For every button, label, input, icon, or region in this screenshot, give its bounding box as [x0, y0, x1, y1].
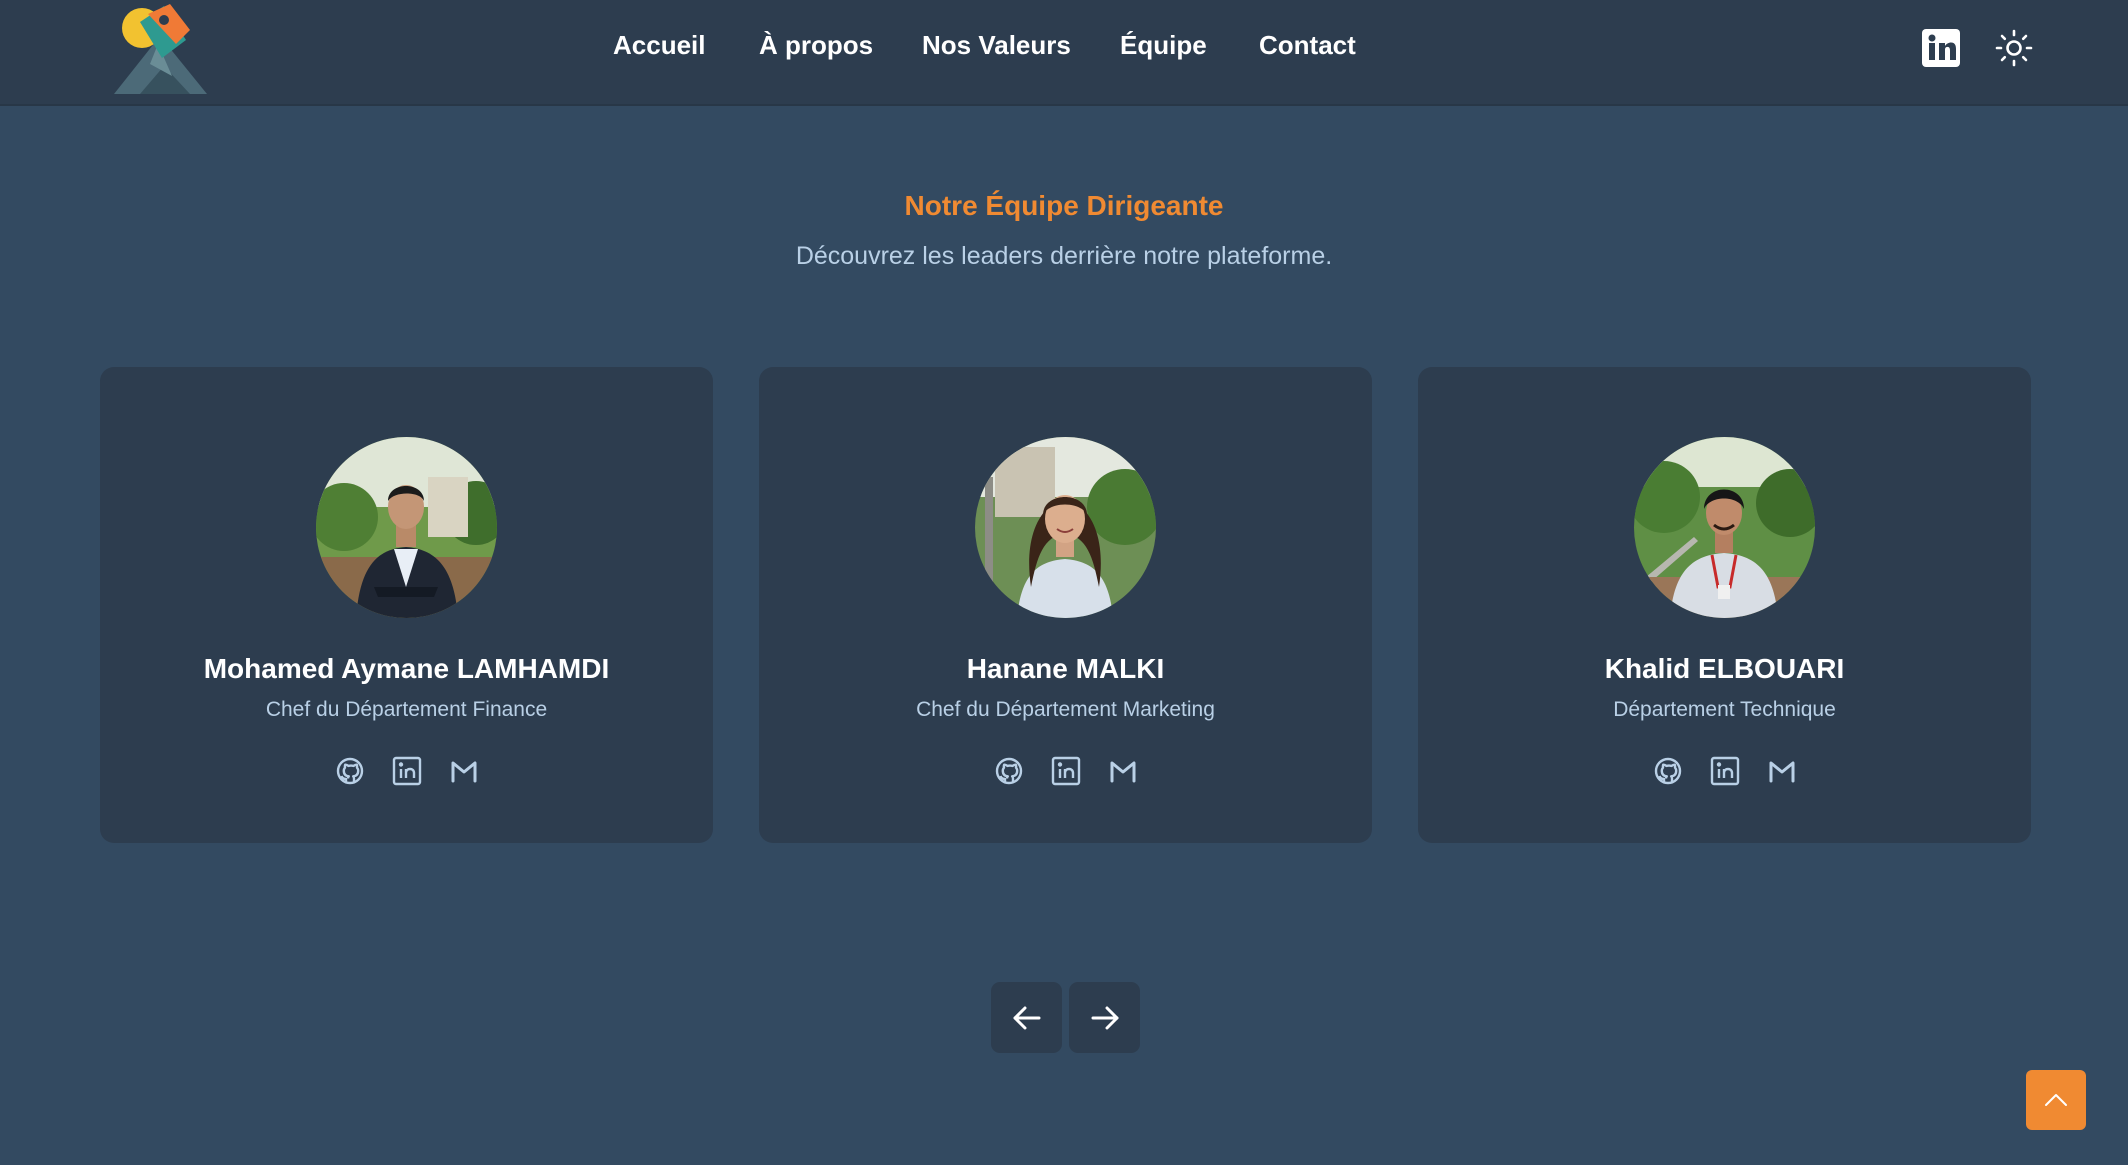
team-member-card: Khalid ELBOUARI Département Technique [1418, 367, 2031, 843]
theme-toggle-sun-icon[interactable] [1994, 28, 2034, 68]
nav-item-a-propos[interactable]: À propos [759, 30, 873, 61]
carousel-prev-button[interactable] [991, 982, 1062, 1053]
member-social-links [1651, 754, 1801, 790]
team-section-subtitle: Découvrez les leaders derrière notre pla… [795, 242, 1333, 270]
gmail-icon[interactable] [1765, 754, 1799, 788]
linkedin-icon[interactable] [1708, 754, 1742, 788]
chevron-up-icon [2045, 1094, 2067, 1106]
member-name: Hanane MALKI [966, 653, 1165, 684]
team-member-card: Hanane MALKI Chef du Département Marketi… [759, 367, 1372, 843]
avatar [975, 437, 1156, 618]
site-logo[interactable] [112, 0, 212, 100]
gmail-icon[interactable] [1106, 754, 1140, 788]
gmail-icon[interactable] [447, 754, 481, 788]
member-role: Chef du Département Marketing [916, 698, 1215, 721]
nav-item-equipe[interactable]: Équipe [1120, 30, 1207, 61]
github-icon[interactable] [992, 754, 1026, 788]
member-social-links [992, 754, 1142, 790]
team-section-title: Notre Équipe Dirigeante [904, 190, 1224, 221]
member-social-links [333, 754, 483, 790]
linkedin-icon[interactable] [1922, 29, 1960, 67]
site-header: Accueil À propos Nos Valeurs Équipe Cont… [0, 0, 2128, 106]
arrow-right-icon [1091, 1006, 1118, 1029]
avatar [1634, 437, 1815, 618]
logo-mark-icon [114, 4, 207, 94]
member-role: Département Technique [1613, 698, 1836, 721]
member-name: Khalid ELBOUARI [1604, 653, 1845, 684]
github-icon[interactable] [333, 754, 367, 788]
nav-item-accueil[interactable]: Accueil [613, 30, 706, 61]
arrow-left-icon [1013, 1006, 1040, 1029]
team-member-card: Mohamed Aymane LAMHAMDI Chef du Départem… [100, 367, 713, 843]
github-icon[interactable] [1651, 754, 1685, 788]
member-name: Mohamed Aymane LAMHAMDI [203, 653, 610, 684]
carousel-next-button[interactable] [1069, 982, 1140, 1053]
scroll-to-top-button[interactable] [2026, 1070, 2086, 1130]
nav-item-nos-valeurs[interactable]: Nos Valeurs [922, 30, 1071, 61]
avatar [316, 437, 497, 618]
member-role: Chef du Département Finance [265, 698, 548, 721]
nav-item-contact[interactable]: Contact [1259, 30, 1356, 61]
linkedin-icon[interactable] [390, 754, 424, 788]
linkedin-icon[interactable] [1049, 754, 1083, 788]
